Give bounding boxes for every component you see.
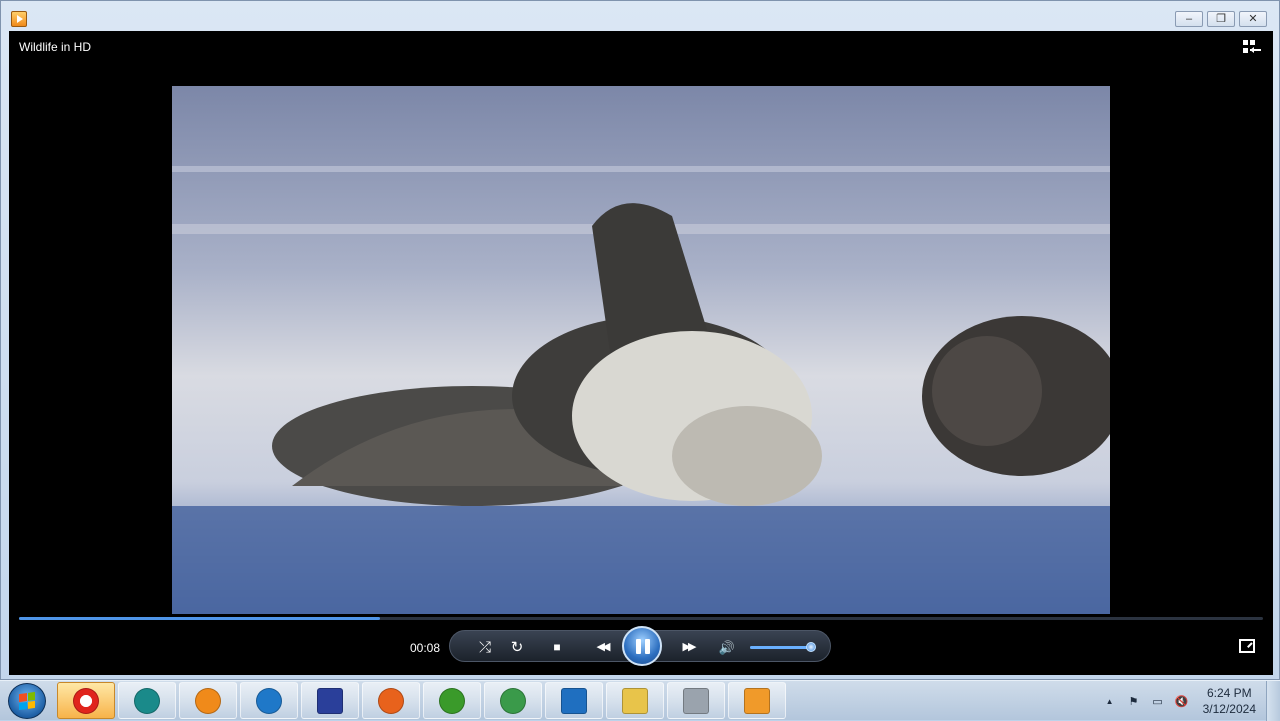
taskbar-app-globe-app[interactable] xyxy=(118,682,176,719)
maximize-button[interactable]: ❐ xyxy=(1207,11,1235,27)
switch-to-library-icon[interactable] xyxy=(1243,40,1261,54)
volume-slider[interactable] xyxy=(750,642,816,652)
volume-slider-thumb[interactable] xyxy=(805,642,816,652)
chrome-icon xyxy=(500,687,526,714)
stop-button[interactable]: ■ xyxy=(548,638,566,656)
clock-time: 6:24 PM xyxy=(1206,686,1252,700)
network-icon[interactable]: ▭ xyxy=(1151,694,1165,708)
taskbar-app-edge[interactable] xyxy=(240,682,298,719)
media-player-app-icon[interactable] xyxy=(11,11,27,27)
taskbar-app-windows-app[interactable] xyxy=(423,682,481,719)
media-player-icon xyxy=(744,687,770,714)
mute-button[interactable]: 🔊 xyxy=(718,638,736,656)
close-button[interactable]: ✕ xyxy=(1239,11,1267,27)
seek-bar[interactable] xyxy=(19,617,1263,620)
elapsed-time: 00:08 xyxy=(410,641,441,655)
player-area: Wildlife in HD 00:08 ⤮ ↻ ■ ◀◀ ▶▶ 🔊 xyxy=(9,31,1273,675)
shuffle-button[interactable]: ⤮ xyxy=(476,638,494,656)
playback-controls: ⤮ ↻ ■ ◀◀ ▶▶ 🔊 xyxy=(449,626,831,666)
taskbar-app-firefox[interactable] xyxy=(362,682,420,719)
taskbar-app-media-player[interactable] xyxy=(728,682,786,719)
vscode-icon xyxy=(561,687,587,714)
start-button[interactable] xyxy=(8,683,46,719)
previous-button[interactable]: ◀◀ xyxy=(590,638,614,656)
media-player-window: – ❐ ✕ Wildlife in HD 00:08 ⤮ ↻ ■ ◀◀ ▶▶ 🔊 xyxy=(0,0,1280,680)
archive-app-icon xyxy=(683,687,709,714)
fullscreen-button[interactable] xyxy=(1239,639,1255,653)
globe-app-icon xyxy=(134,687,160,714)
volume-level xyxy=(750,646,811,649)
system-tray: ▲ ⚑ ▭ 🔇 6:24 PM 3/12/2024 xyxy=(1103,681,1256,721)
file-explorer-icon xyxy=(622,687,648,714)
windows-logo-icon xyxy=(19,691,35,711)
title-bar[interactable]: – ❐ ✕ xyxy=(1,1,1279,31)
video-title: Wildlife in HD xyxy=(19,40,92,54)
action-center-flag-icon[interactable]: ⚑ xyxy=(1127,694,1141,708)
video-frame[interactable] xyxy=(172,86,1110,614)
pause-button[interactable] xyxy=(622,626,662,666)
opera-icon xyxy=(73,687,99,714)
save-disk-icon xyxy=(317,687,343,714)
taskbar-app-file-explorer[interactable] xyxy=(606,682,664,719)
show-hidden-icons-icon[interactable]: ▲ xyxy=(1103,694,1117,708)
volume-muted-icon[interactable]: 🔇 xyxy=(1175,694,1189,708)
window-controls: – ❐ ✕ xyxy=(1175,11,1267,27)
taskbar-app-chrome[interactable] xyxy=(484,682,542,719)
taskbar-app-opera[interactable] xyxy=(57,682,115,719)
pause-icon xyxy=(636,639,641,654)
repeat-button[interactable]: ↻ xyxy=(508,638,526,656)
show-desktop-button[interactable] xyxy=(1266,681,1280,721)
taskbar-app-save-disk[interactable] xyxy=(301,682,359,719)
next-button[interactable]: ▶▶ xyxy=(676,638,700,656)
taskbar: ▲ ⚑ ▭ 🔇 6:24 PM 3/12/2024 xyxy=(0,680,1280,721)
taskbar-app-vscode[interactable] xyxy=(545,682,603,719)
taskbar-pinned-apps xyxy=(57,682,786,719)
clock-date: 3/12/2024 xyxy=(1202,702,1256,716)
seek-bar-progress xyxy=(19,617,380,620)
clock[interactable]: 6:24 PM 3/12/2024 xyxy=(1203,685,1256,717)
taskbar-app-archive-app[interactable] xyxy=(667,682,725,719)
firefox-icon xyxy=(378,687,404,714)
edge-icon xyxy=(256,687,282,714)
vlc-icon xyxy=(195,687,221,714)
minimize-button[interactable]: – xyxy=(1175,11,1203,27)
taskbar-app-vlc[interactable] xyxy=(179,682,237,719)
pause-icon-bar xyxy=(645,639,650,654)
windows-app-icon xyxy=(439,687,465,714)
